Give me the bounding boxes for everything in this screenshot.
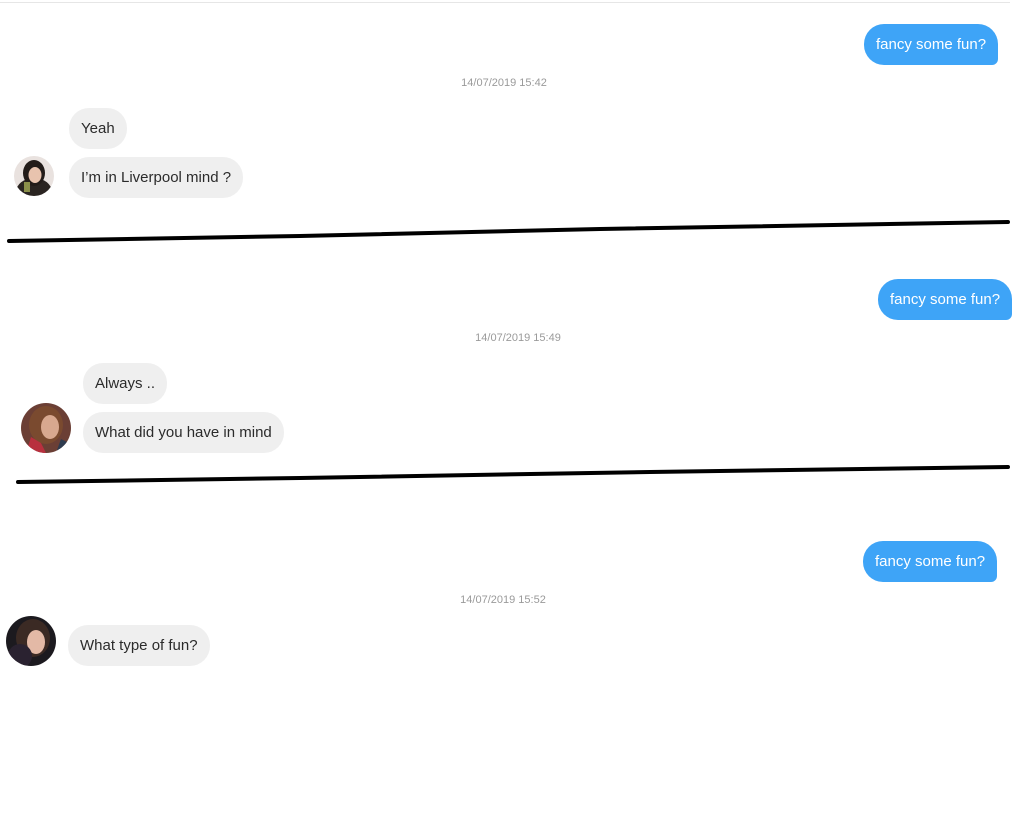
avatar[interactable] xyxy=(6,616,56,666)
incoming-message[interactable]: Yeah xyxy=(69,108,127,149)
top-border xyxy=(0,2,1010,3)
outgoing-message[interactable]: fancy some fun? xyxy=(863,541,998,582)
avatar[interactable] xyxy=(14,156,54,196)
message-timestamp: 14/07/2019 15:42 xyxy=(461,77,547,89)
message-timestamp: 14/07/2019 15:49 xyxy=(475,332,561,344)
incoming-message[interactable]: What type of fun? xyxy=(68,625,210,666)
message-timestamp: 14/07/2019 15:52 xyxy=(460,594,546,606)
outgoing-message[interactable]: fancy some fun? xyxy=(864,24,999,65)
incoming-message[interactable]: I’m in Liverpool mind ? xyxy=(69,157,244,198)
incoming-message[interactable]: What did you have in mind xyxy=(83,412,284,453)
avatar[interactable] xyxy=(21,403,71,453)
incoming-message[interactable]: Always .. xyxy=(83,363,168,404)
outgoing-message[interactable]: fancy some fun? xyxy=(878,279,1013,320)
